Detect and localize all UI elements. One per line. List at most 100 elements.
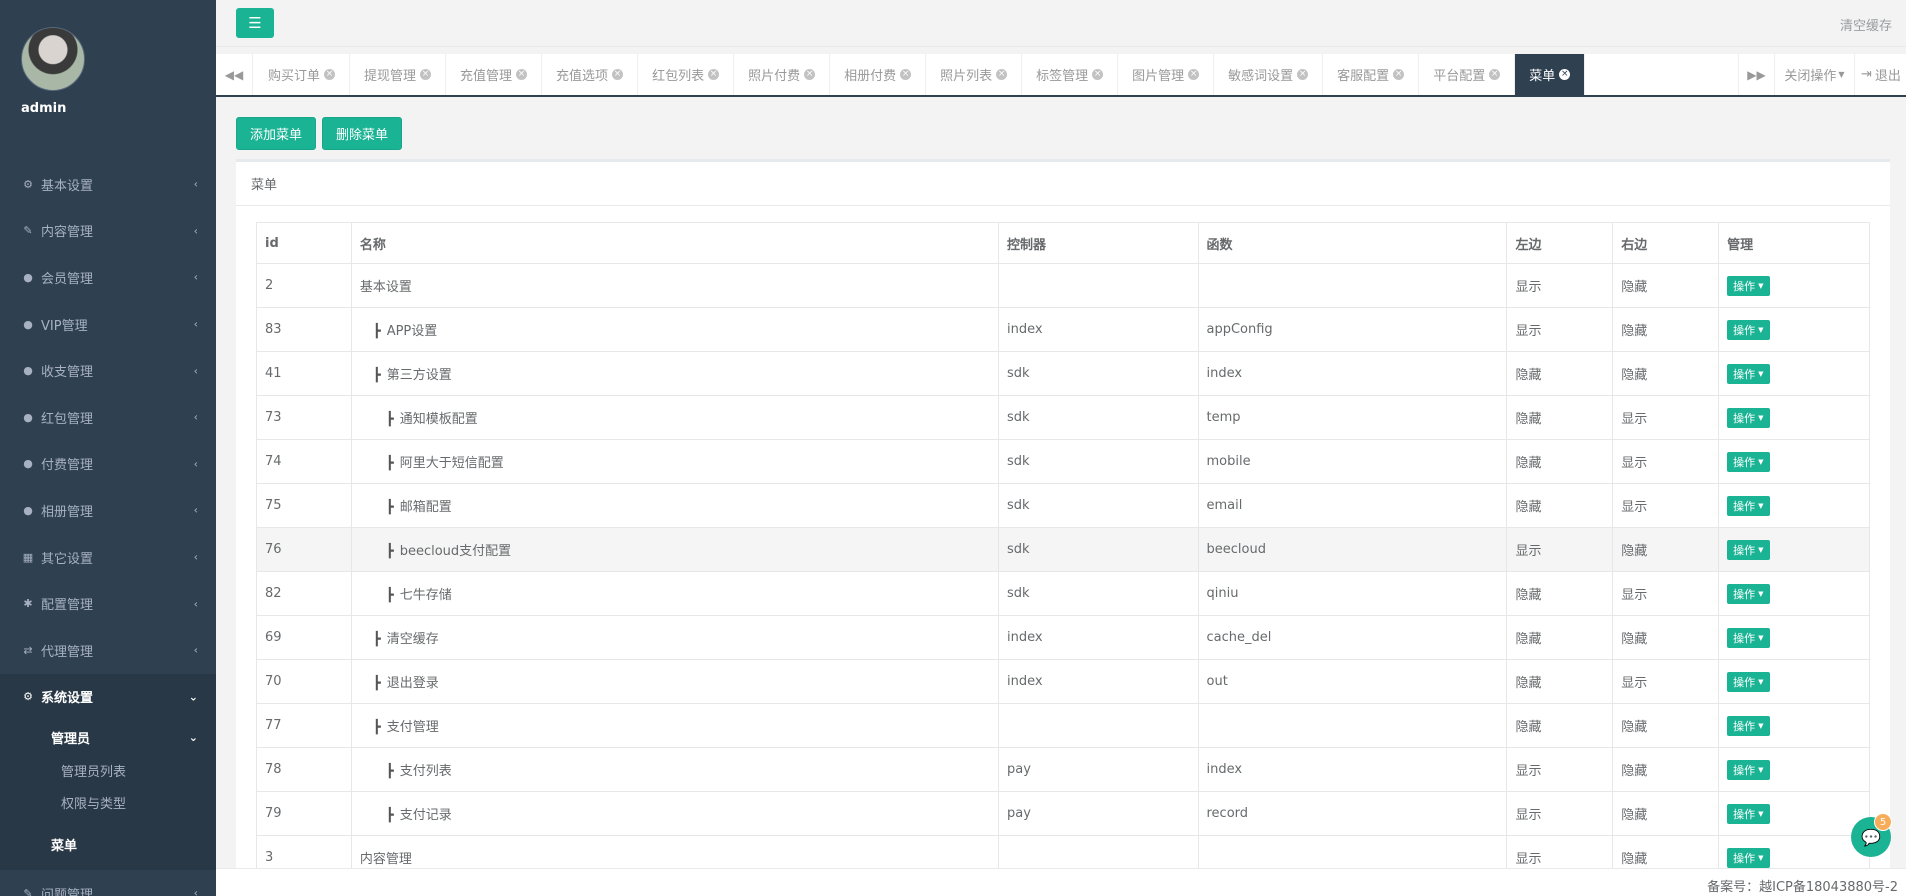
- clear-cache-link[interactable]: 清空缓存: [1840, 15, 1892, 34]
- menu-name: 支付记录: [399, 808, 452, 823]
- cell-manage: 操作 ▼: [1718, 307, 1870, 352]
- sidebar-subitem[interactable]: 权限与类型: [0, 786, 216, 818]
- cell-manage: 操作 ▼: [1718, 703, 1870, 748]
- operation-dropdown-button[interactable]: 操作 ▼: [1727, 451, 1770, 472]
- user-icon: ●: [23, 503, 33, 517]
- cell-controller: sdk: [998, 483, 1199, 528]
- cell-name: ┣ 阿里大于短信配置: [350, 439, 1000, 484]
- operation-dropdown-button[interactable]: 操作 ▼: [1727, 363, 1770, 384]
- logout-button[interactable]: ⇥ 退出: [1854, 54, 1906, 95]
- tab[interactable]: 充值选项 ×: [542, 54, 639, 95]
- close-icon[interactable]: ×: [612, 69, 624, 80]
- profile-username[interactable]: admin: [21, 101, 66, 116]
- operation-dropdown-button[interactable]: 操作 ▼: [1727, 803, 1770, 824]
- sidebar-subitem-menu[interactable]: 菜单: [0, 818, 216, 870]
- operation-dropdown-button[interactable]: 操作 ▼: [1727, 627, 1770, 648]
- caret-down-icon: ▼: [1758, 281, 1764, 290]
- tab[interactable]: 红包列表 ×: [638, 54, 735, 95]
- menu-toggle-button[interactable]: ☰: [236, 8, 274, 38]
- cell-id: 78: [256, 747, 352, 792]
- cell-id: 79: [256, 791, 352, 836]
- menu-icon: ☰: [248, 14, 262, 32]
- operation-dropdown-button[interactable]: 操作 ▼: [1727, 407, 1770, 428]
- sidebar-item-system-settings[interactable]: ⚙ 系统设置 ⌄: [0, 673, 216, 721]
- close-icon[interactable]: ×: [516, 69, 528, 80]
- sidebar-item[interactable]: ⚙ 基本设置 ‹: [0, 161, 216, 208]
- close-icon[interactable]: ×: [900, 69, 912, 80]
- operation-dropdown-button[interactable]: 操作 ▼: [1727, 847, 1770, 868]
- close-icon[interactable]: ×: [1559, 69, 1571, 80]
- tab[interactable]: 平台配置 ×: [1419, 54, 1516, 95]
- sidebar-item-label: VIP管理: [41, 318, 88, 334]
- close-icon[interactable]: ×: [996, 69, 1008, 80]
- sidebar-subgroup-admin[interactable]: 管理员 ⌄: [0, 720, 216, 754]
- add-menu-button[interactable]: 添加菜单: [236, 117, 317, 150]
- column-header: 名称: [350, 222, 1000, 264]
- sidebar-item-label: 问题管理: [41, 887, 94, 896]
- tab-active[interactable]: 菜单 ×: [1515, 54, 1586, 95]
- cell-function: email: [1197, 483, 1508, 528]
- sidebar-item[interactable]: ● 相册管理 ‹: [0, 487, 216, 534]
- operation-dropdown-button[interactable]: 操作 ▼: [1727, 495, 1770, 516]
- subgroup-label: 管理员: [51, 731, 91, 747]
- sidebar-item[interactable]: ● 会员管理 ‹: [0, 254, 216, 301]
- caret-down-icon: ▼: [1758, 325, 1764, 334]
- table-row: 82 ┣ 七牛存储 sdk qiniu 隐藏 显示 操作 ▼: [256, 571, 1870, 616]
- close-icon[interactable]: ×: [1188, 69, 1200, 80]
- cell-controller: sdk: [998, 351, 1199, 396]
- sidebar-item[interactable]: ✎ 问题管理 ‹: [0, 870, 216, 896]
- operation-dropdown-button[interactable]: 操作 ▼: [1727, 539, 1770, 560]
- tab[interactable]: 照片列表 ×: [926, 54, 1023, 95]
- close-icon[interactable]: ×: [1092, 69, 1104, 80]
- sidebar-item-label: 代理管理: [41, 644, 94, 660]
- close-icon[interactable]: ×: [1489, 69, 1501, 80]
- tabs-scroll-left-button[interactable]: ◀◀: [216, 54, 253, 95]
- sidebar-item[interactable]: ● 付费管理 ‹: [0, 441, 216, 488]
- operation-dropdown-button[interactable]: 操作 ▼: [1727, 715, 1770, 736]
- table-row: 70 ┣ 退出登录 index out 隐藏 显示 操作 ▼: [256, 659, 1870, 704]
- tree-branch-icon: ┣: [385, 544, 394, 559]
- avatar[interactable]: [21, 27, 85, 91]
- cell-name: ┣ 支付记录: [350, 791, 1000, 836]
- cell-controller: [998, 835, 1199, 868]
- operation-dropdown-button[interactable]: 操作 ▼: [1727, 319, 1770, 340]
- tab[interactable]: 充值管理 ×: [446, 54, 543, 95]
- cell-right: 隐藏: [1612, 307, 1720, 352]
- tab[interactable]: 照片付费 ×: [734, 54, 831, 95]
- sidebar-item[interactable]: ● VIP管理 ‹: [0, 301, 216, 348]
- close-icon[interactable]: ×: [420, 69, 432, 80]
- close-icon[interactable]: ×: [708, 69, 720, 80]
- close-icon[interactable]: ×: [324, 69, 336, 80]
- operation-dropdown-button[interactable]: 操作 ▼: [1727, 671, 1770, 692]
- cell-id: 70: [256, 659, 352, 704]
- sidebar-item[interactable]: ▦ 其它设置 ‹: [0, 534, 216, 581]
- close-icon[interactable]: ×: [804, 69, 816, 80]
- tab[interactable]: 图片管理 ×: [1118, 54, 1215, 95]
- cell-controller: sdk: [998, 571, 1199, 616]
- delete-menu-button[interactable]: 删除菜单: [322, 117, 403, 150]
- tab[interactable]: 敏感词设置 ×: [1214, 54, 1324, 95]
- sidebar-item[interactable]: ⇄ 代理管理 ‹: [0, 627, 216, 674]
- close-icon[interactable]: ×: [1297, 69, 1309, 80]
- tab[interactable]: 相册付费 ×: [830, 54, 927, 95]
- tab[interactable]: 提现管理 ×: [350, 54, 447, 95]
- operation-dropdown-button[interactable]: 操作 ▼: [1727, 759, 1770, 780]
- close-icon[interactable]: ×: [1393, 69, 1405, 80]
- tab[interactable]: 购买订单 ×: [254, 54, 351, 95]
- operation-label: 操作: [1733, 807, 1756, 821]
- sidebar-item[interactable]: ✱ 配置管理 ‹: [0, 580, 216, 627]
- close-operations-dropdown[interactable]: 关闭操作 ▼: [1774, 54, 1854, 95]
- sidebar-item[interactable]: ● 红包管理 ‹: [0, 394, 216, 441]
- sidebar-item[interactable]: ✎ 内容管理 ‹: [0, 208, 216, 255]
- tab[interactable]: 客服配置 ×: [1323, 54, 1420, 95]
- tabs-scroll-right-button[interactable]: ▶▶: [1738, 54, 1774, 95]
- operation-dropdown-button[interactable]: 操作 ▼: [1727, 583, 1770, 604]
- tab-label: 平台配置: [1433, 69, 1486, 84]
- tab[interactable]: 标签管理 ×: [1022, 54, 1119, 95]
- sidebar-item[interactable]: ● 收支管理 ‹: [0, 347, 216, 394]
- operation-dropdown-button[interactable]: 操作 ▼: [1727, 275, 1770, 296]
- table-row: 41 ┣ 第三方设置 sdk index 隐藏 隐藏 操作 ▼: [256, 351, 1870, 396]
- table-row: 76 ┣ beecloud支付配置 sdk beecloud 显示 隐藏 操作 ▼: [256, 527, 1870, 572]
- caret-down-icon: ▼: [1758, 765, 1764, 774]
- sidebar-subitem[interactable]: 管理员列表: [0, 754, 216, 786]
